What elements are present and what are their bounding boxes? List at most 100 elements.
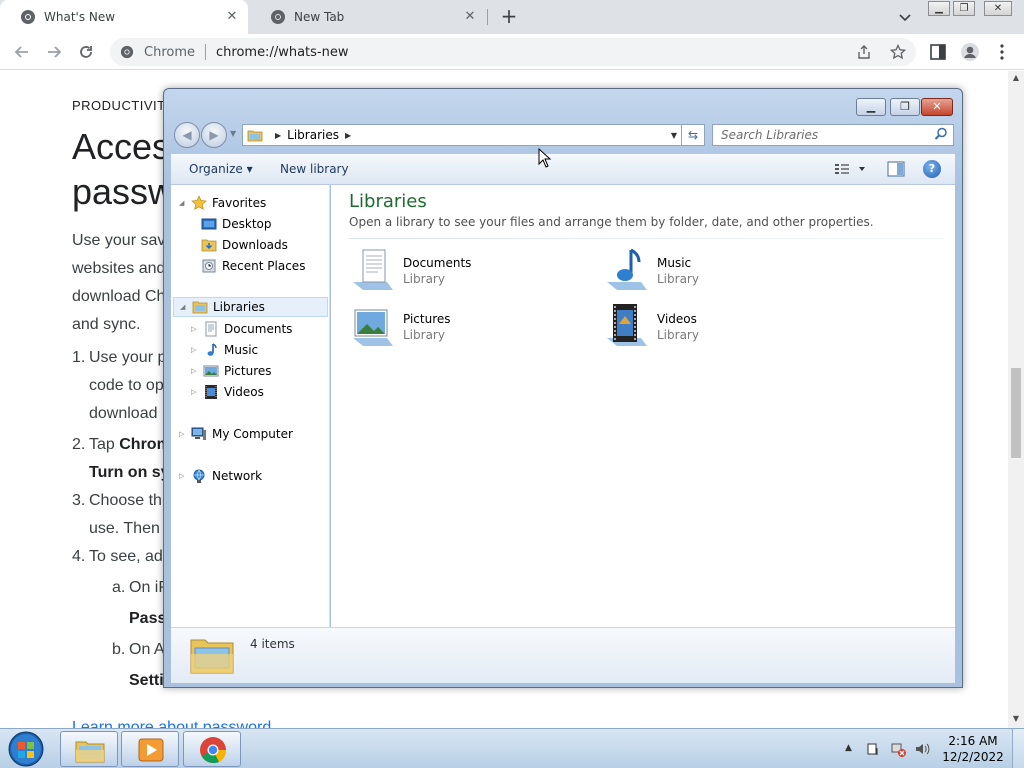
side-panel-icon[interactable] [928, 42, 948, 62]
network-error-icon[interactable] [890, 741, 906, 757]
recent-pages-dropdown[interactable]: ▼ [230, 129, 236, 138]
breadcrumb-arrow-icon[interactable]: ▶ [275, 131, 281, 140]
address-dropdown-icon[interactable]: ▼ [671, 131, 677, 140]
tab-whats-new[interactable]: What's New ✕ [0, 0, 248, 34]
change-view-icon[interactable] [833, 161, 869, 177]
nav-desktop[interactable]: Desktop [201, 214, 272, 234]
close-tab-icon[interactable]: ✕ [462, 9, 478, 25]
nav-label: Desktop [222, 217, 272, 231]
search-input[interactable] [712, 124, 954, 146]
new-tab-button[interactable]: + [498, 6, 520, 28]
nav-network[interactable]: ▷ Network [179, 466, 262, 486]
search-icon[interactable] [934, 127, 948, 141]
taskbar-file-explorer[interactable] [60, 731, 118, 767]
minimize-button[interactable]: ▁ [928, 1, 950, 16]
nav-pictures[interactable]: ▷ Pictures [191, 361, 272, 381]
close-tab-icon[interactable]: ✕ [224, 9, 240, 25]
scroll-up-arrow-icon[interactable]: ▲ [1008, 73, 1024, 85]
libraries-icon [192, 301, 208, 314]
step-text: To see, ad [89, 548, 163, 565]
library-documents[interactable]: Documents Library [349, 246, 569, 296]
menu-icon[interactable] [992, 42, 1012, 62]
page-scrollbar[interactable]: ▲ ▼ [1008, 71, 1024, 728]
show-hidden-icons-icon[interactable]: ▲ [845, 743, 852, 753]
expand-arrow-icon[interactable]: ▷ [191, 367, 201, 375]
taskbar-media-player[interactable] [121, 731, 179, 767]
nav-videos[interactable]: ▷ Videos [191, 382, 264, 402]
start-button[interactable] [6, 730, 46, 768]
breadcrumb-arrow-icon[interactable]: ▶ [345, 131, 351, 140]
step-number: 2. [72, 436, 86, 453]
desktop-icon [201, 218, 217, 230]
action-center-icon[interactable] [866, 741, 882, 757]
libraries-content-pane: Libraries Open a library to see your fil… [331, 185, 955, 627]
scroll-down-arrow-icon[interactable]: ▼ [1008, 714, 1024, 726]
expand-arrow-icon[interactable]: ▷ [179, 430, 189, 438]
nav-my-computer[interactable]: ▷ My Computer [179, 424, 293, 444]
expand-arrow-icon[interactable]: ▷ [191, 325, 201, 333]
clock-date[interactable]: 12/2/2022 [938, 750, 1008, 764]
explorer-close-button[interactable]: ✕ [921, 98, 953, 116]
refresh-button[interactable]: ⇆ [681, 124, 705, 146]
nav-label: Favorites [212, 196, 267, 210]
chevron-down-icon[interactable] [896, 8, 914, 26]
explorer-address-bar[interactable]: ▶ Libraries ▶ ▼ [242, 124, 682, 146]
learn-more-link[interactable]: Learn more about password [72, 719, 271, 728]
omnibox-divider [205, 44, 206, 60]
back-icon[interactable] [12, 42, 32, 62]
explorer-minimize-button[interactable]: ▁ [856, 98, 886, 116]
nav-downloads[interactable]: Downloads [201, 235, 288, 255]
library-videos[interactable]: Videos Library [603, 302, 823, 352]
breadcrumb-libraries[interactable]: Libraries [287, 128, 339, 142]
new-library-button[interactable]: New library [280, 162, 349, 176]
address-bar[interactable]: Chrome chrome://whats-new [110, 38, 916, 66]
profile-icon[interactable] [960, 42, 980, 62]
library-name: Music [657, 256, 692, 270]
step-number: 3. [72, 492, 86, 509]
star-icon[interactable] [890, 44, 906, 60]
expand-arrow-icon[interactable]: ▷ [191, 388, 201, 396]
nav-music[interactable]: ▷ Music [191, 340, 258, 360]
expand-arrow-icon[interactable]: ▷ [191, 346, 201, 354]
restore-button[interactable]: ❐ [953, 1, 975, 16]
expand-arrow-icon[interactable]: ▷ [179, 472, 189, 480]
nav-favorites[interactable]: ◢ Favorites [179, 193, 266, 213]
music-library-icon [607, 248, 647, 290]
volume-icon[interactable] [914, 741, 930, 757]
clock-time[interactable]: 2:16 AM [938, 734, 1008, 748]
expand-arrow-icon[interactable]: ◢ [179, 199, 189, 207]
scroll-thumb[interactable] [1011, 368, 1021, 458]
library-kind: Library [403, 272, 445, 286]
forward-button[interactable]: ▶ [201, 122, 227, 148]
close-button[interactable]: ✕ [984, 1, 1012, 16]
forward-icon[interactable] [44, 42, 64, 62]
library-pictures[interactable]: Pictures Library [349, 302, 569, 352]
preview-pane-icon[interactable] [887, 161, 905, 177]
pictures-icon [203, 365, 219, 377]
star-icon [191, 195, 207, 210]
paragraph-line: Use your sav [72, 232, 166, 249]
organize-button[interactable]: Organize ▾ [189, 162, 253, 176]
nav-libraries[interactable]: ◢ Libraries [173, 297, 328, 317]
network-icon [193, 469, 205, 483]
help-icon[interactable]: ? [923, 160, 941, 178]
step-text: Choose th [89, 492, 162, 509]
substep-text: Pass [129, 610, 166, 628]
taskbar-chrome[interactable] [183, 731, 241, 767]
tab-divider [487, 9, 488, 25]
step-text-plain: Tap [89, 436, 120, 453]
back-button[interactable]: ◀ [174, 122, 200, 148]
nav-recent-places[interactable]: Recent Places [201, 256, 305, 276]
explorer-restore-button[interactable]: ❐ [890, 98, 920, 116]
page-eyebrow: PRODUCTIVIT [72, 98, 166, 113]
expand-arrow-icon[interactable]: ◢ [180, 303, 190, 311]
documents-library-icon [353, 249, 393, 290]
share-icon[interactable] [856, 44, 872, 60]
tab-new-tab[interactable]: New Tab ✕ [250, 0, 486, 34]
substep-letter: a. [112, 579, 126, 596]
reload-icon[interactable] [76, 42, 96, 62]
library-music[interactable]: Music Library [603, 246, 823, 296]
nav-label: Documents [224, 322, 293, 336]
show-desktop-button[interactable] [1012, 729, 1024, 768]
nav-documents[interactable]: ▷ Documents [191, 319, 292, 339]
